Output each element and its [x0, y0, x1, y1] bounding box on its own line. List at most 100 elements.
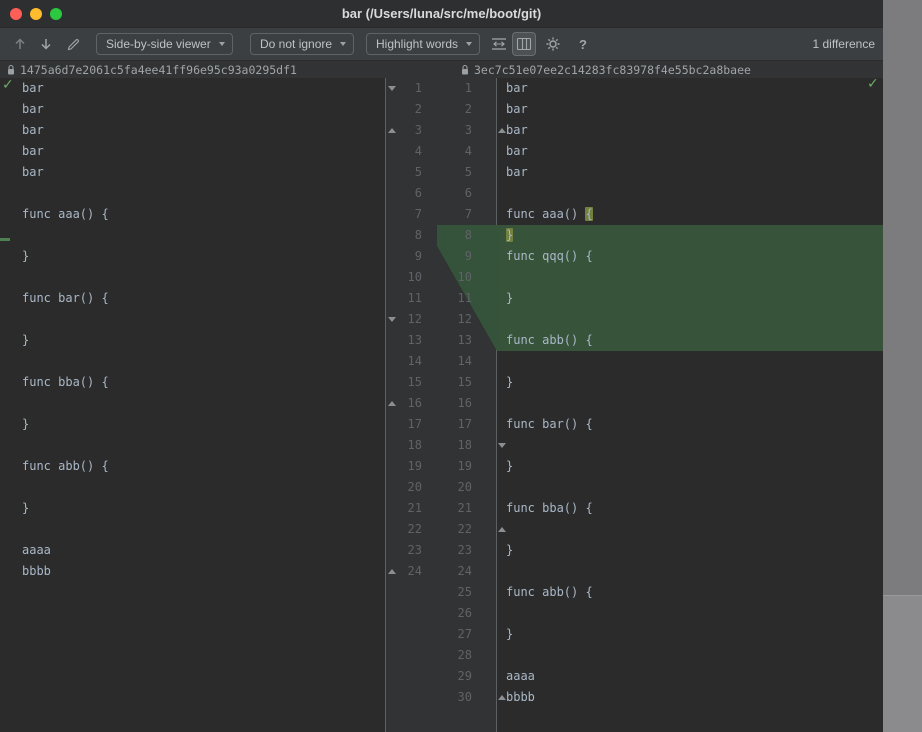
line-number: 14 — [457, 354, 472, 368]
changes-applied-check-icon: ✓ — [867, 76, 879, 92]
line-number: 12 — [407, 312, 422, 326]
code-line[interactable]: func bba() { — [0, 372, 385, 393]
code-line[interactable] — [0, 393, 385, 414]
fold-marker-icon[interactable] — [388, 401, 396, 406]
code-line[interactable]: bar — [0, 141, 385, 162]
line-number: 20 — [407, 480, 422, 494]
code-line[interactable]: func abb() { — [0, 456, 385, 477]
code-line[interactable] — [497, 309, 883, 330]
previous-difference-button[interactable] — [10, 32, 30, 56]
help-button[interactable]: ? — [574, 32, 592, 56]
code-line[interactable]: bar — [497, 120, 883, 141]
left-editor[interactable]: bar bar bar bar bar func aaa() {} func bar() {… — [0, 78, 385, 732]
fold-marker-icon[interactable] — [498, 527, 506, 532]
line-number: 20 — [457, 480, 472, 494]
code-line[interactable]: } — [497, 540, 883, 561]
code-line[interactable] — [0, 267, 385, 288]
code-line[interactable] — [497, 519, 883, 540]
code-line[interactable] — [0, 435, 385, 456]
line-number: 9 — [414, 249, 422, 263]
line-number: 13 — [407, 333, 422, 347]
code-line[interactable]: bbbb — [0, 561, 385, 582]
code-line[interactable] — [0, 225, 385, 246]
code-line[interactable]: func abb() { — [497, 582, 883, 603]
chevron-down-icon — [218, 42, 225, 46]
code-line[interactable] — [0, 477, 385, 498]
minimize-button[interactable] — [30, 8, 42, 20]
code-line[interactable] — [497, 603, 883, 624]
collapse-unchanged-button[interactable] — [488, 32, 510, 56]
two-columns-button[interactable] — [512, 32, 536, 56]
zoom-button[interactable] — [50, 8, 62, 20]
code-line[interactable]: } — [0, 414, 385, 435]
code-line[interactable] — [0, 309, 385, 330]
code-line[interactable]: } — [0, 246, 385, 267]
code-line[interactable]: aaaa — [497, 666, 883, 687]
code-line[interactable]: bar — [497, 78, 883, 99]
fold-marker-icon[interactable] — [498, 695, 506, 700]
code-line[interactable] — [497, 351, 883, 372]
code-line[interactable] — [497, 435, 883, 456]
line-number: 11 — [457, 291, 472, 305]
code-line[interactable]: } — [0, 330, 385, 351]
fold-marker-icon[interactable] — [388, 569, 396, 574]
code-line[interactable]: bar — [0, 162, 385, 183]
left-revision-hash: 1475a6d7e2061c5fa4ee41ff96e95c93a0295df1 — [20, 63, 297, 77]
fold-marker-icon[interactable] — [388, 128, 396, 133]
code-line[interactable]: } — [497, 225, 883, 246]
right-editor[interactable]: bar bar bar bar bar func aaa() {} func qqq() {… — [497, 78, 883, 732]
fold-marker-icon[interactable] — [498, 443, 506, 448]
code-line[interactable]: bar — [497, 141, 883, 162]
line-number: 7 — [464, 207, 472, 221]
code-line[interactable]: func bba() { — [497, 498, 883, 519]
line-number: 1 — [464, 81, 472, 95]
line-number: 17 — [407, 417, 422, 431]
code-line[interactable] — [497, 477, 883, 498]
code-line[interactable] — [497, 267, 883, 288]
code-line[interactable] — [0, 183, 385, 204]
fold-marker-icon[interactable] — [498, 128, 506, 133]
code-line[interactable]: } — [497, 372, 883, 393]
code-line[interactable]: func bar() { — [497, 414, 883, 435]
code-line[interactable]: func aaa() { — [0, 204, 385, 225]
fold-marker-icon[interactable] — [388, 317, 396, 322]
code-line[interactable]: bar — [497, 162, 883, 183]
line-number: 18 — [457, 438, 472, 452]
edit-file-button[interactable] — [62, 32, 84, 56]
line-number: 11 — [407, 291, 422, 305]
fold-marker-icon[interactable] — [388, 86, 396, 91]
code-line[interactable] — [497, 645, 883, 666]
code-line[interactable]: func aaa() { — [497, 204, 883, 225]
whitespace-ignore-dropdown[interactable]: Do not ignore — [250, 33, 355, 55]
code-line[interactable]: bar — [0, 99, 385, 120]
code-line[interactable]: bar — [0, 120, 385, 141]
line-number: 18 — [407, 438, 422, 452]
viewer-mode-dropdown[interactable]: Side-by-side viewer — [96, 33, 233, 55]
code-line[interactable]: bar — [497, 99, 883, 120]
code-line[interactable] — [497, 561, 883, 582]
code-line[interactable]: bar — [0, 78, 385, 99]
gear-icon — [546, 37, 560, 51]
code-line[interactable] — [0, 519, 385, 540]
left-line-numbers: 1 2 3 4 5 6 7 8 9 10 11 12 13 14 15 16 17 18 19 20 21 22 23 24 — [392, 78, 422, 582]
code-line[interactable] — [497, 393, 883, 414]
highlight-mode-dropdown[interactable]: Highlight words — [366, 33, 481, 55]
next-difference-button[interactable] — [36, 32, 56, 56]
code-line[interactable] — [497, 183, 883, 204]
code-line[interactable]: } — [497, 624, 883, 645]
code-line[interactable]: } — [0, 498, 385, 519]
code-line[interactable]: aaaa — [0, 540, 385, 561]
close-button[interactable] — [10, 8, 22, 20]
code-line[interactable]: func qqq() { — [497, 246, 883, 267]
code-line[interactable] — [0, 351, 385, 372]
code-line[interactable]: func bar() { — [0, 288, 385, 309]
code-line[interactable]: } — [497, 456, 883, 477]
diff-content: bar bar bar bar bar func aaa() {} func bar() {… — [0, 76, 883, 732]
settings-button[interactable] — [542, 32, 564, 56]
code-line[interactable]: bbbb — [497, 687, 883, 708]
code-line[interactable]: func abb() { — [497, 330, 883, 351]
line-number: 25 — [457, 585, 472, 599]
two-columns-icon — [516, 37, 532, 51]
line-number: 6 — [414, 186, 422, 200]
code-line[interactable]: } — [497, 288, 883, 309]
